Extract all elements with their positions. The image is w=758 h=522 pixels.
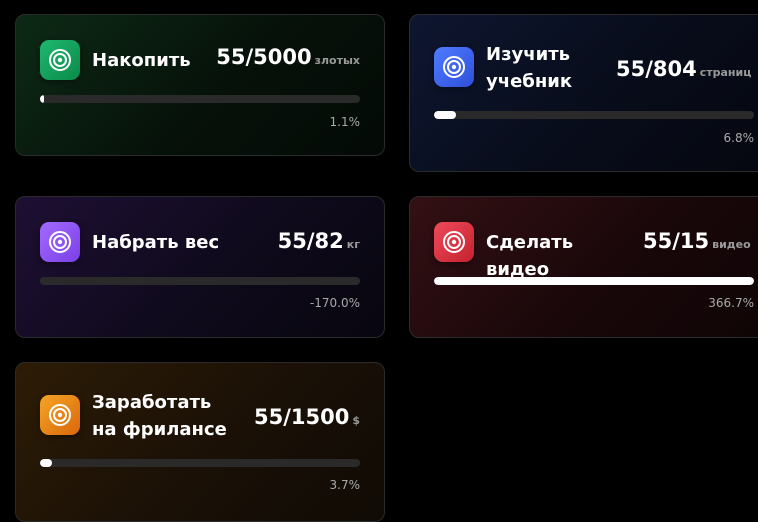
progress-bar bbox=[40, 277, 360, 285]
goal-unit: видео bbox=[712, 238, 751, 251]
progress-bar bbox=[434, 277, 754, 285]
goal-card[interactable]: Набрать вес 55/82 кг -170.0% bbox=[15, 196, 385, 338]
goal-title: Изучить учебник bbox=[486, 44, 573, 92]
goal-value: 55/804 страниц bbox=[616, 57, 751, 81]
target-icon bbox=[40, 395, 80, 435]
goal-unit: $ bbox=[352, 414, 360, 427]
goal-card[interactable]: Изучить учебник 55/804 страниц 6.8% bbox=[409, 14, 758, 172]
goal-unit: страниц bbox=[699, 66, 752, 79]
goal-value-number: 55/15 bbox=[643, 229, 710, 253]
goal-title: Набрать вес bbox=[92, 232, 220, 253]
progress-bar bbox=[434, 111, 754, 119]
goal-value-number: 55/1500 bbox=[254, 405, 350, 429]
goal-percent: 366.7% bbox=[708, 296, 754, 310]
progress-fill bbox=[434, 277, 754, 285]
goal-value: 55/15 видео bbox=[643, 229, 751, 253]
goal-unit: злотых bbox=[314, 54, 360, 67]
goal-value: 55/82 кг bbox=[278, 229, 360, 253]
goal-card[interactable]: Заработать на фрилансе 55/1500 $ 3.7% bbox=[15, 362, 385, 522]
target-icon bbox=[434, 222, 474, 262]
goal-card[interactable]: Накопить 55/5000 злотых 1.1% bbox=[15, 14, 385, 156]
goal-value-number: 55/82 bbox=[277, 229, 344, 253]
goal-value: 55/1500 $ bbox=[254, 405, 360, 429]
progress-bar bbox=[40, 459, 360, 467]
goal-percent: 3.7% bbox=[329, 478, 361, 492]
goal-title: Накопить bbox=[92, 50, 191, 71]
goal-title: Сделать видео bbox=[486, 232, 574, 280]
goal-card[interactable]: Сделать видео 55/15 видео 366.7% bbox=[409, 196, 758, 338]
goal-value-number: 55/804 bbox=[616, 57, 697, 81]
goal-percent: -170.0% bbox=[309, 296, 360, 310]
goal-value: 55/5000 злотых bbox=[216, 45, 360, 69]
target-icon bbox=[40, 40, 80, 80]
goal-percent: 6.8% bbox=[723, 131, 755, 145]
goal-title: Заработать на фрилансе bbox=[92, 392, 227, 440]
progress-bar bbox=[40, 95, 360, 103]
goal-value-number: 55/5000 bbox=[216, 45, 312, 69]
target-icon bbox=[40, 222, 80, 262]
goal-percent: 1.1% bbox=[329, 115, 361, 129]
goal-unit: кг bbox=[346, 238, 360, 251]
progress-fill bbox=[434, 111, 456, 119]
target-icon bbox=[434, 47, 474, 87]
progress-fill bbox=[40, 459, 52, 467]
progress-fill bbox=[40, 95, 44, 103]
